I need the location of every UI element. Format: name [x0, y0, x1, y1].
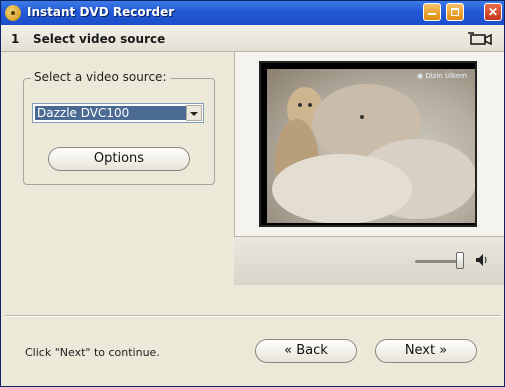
options-button[interactable]: Options	[48, 147, 190, 171]
close-button[interactable]: ✕	[484, 3, 502, 21]
video-preview	[259, 61, 477, 227]
camera-icon	[468, 32, 492, 46]
dropdown-arrow-icon[interactable]	[186, 105, 202, 121]
footer-hint: Click "Next" to continue.	[25, 346, 160, 359]
maximize-button[interactable]	[446, 3, 464, 21]
title-bar[interactable]: Instant DVD Recorder ✕	[1, 1, 504, 25]
step-header: 1 Select video source	[1, 25, 504, 52]
step-number: 1	[11, 32, 20, 46]
app-window: Instant DVD Recorder ✕ 1 Select video so…	[0, 0, 505, 387]
volume-slider-track[interactable]	[415, 260, 461, 263]
step-title: Select video source	[33, 32, 166, 46]
volume-slider-thumb[interactable]	[456, 252, 464, 269]
video-source-select[interactable]: Dazzle DVC100	[32, 103, 204, 123]
speaker-icon[interactable]	[475, 253, 489, 267]
back-button[interactable]: « Back	[255, 339, 357, 363]
minimize-button[interactable]	[423, 3, 441, 21]
footer-divider	[5, 315, 501, 317]
video-source-label: Select a video source:	[31, 70, 170, 84]
window-title: Instant DVD Recorder	[27, 5, 175, 19]
next-button[interactable]: Next »	[375, 339, 477, 363]
app-icon	[5, 5, 21, 21]
lions-scene	[272, 84, 475, 224]
video-frame-image	[267, 69, 475, 224]
channel-logo: ◉ Dizin Ülkem	[417, 72, 467, 80]
selected-source[interactable]: Dazzle DVC100	[35, 106, 187, 120]
